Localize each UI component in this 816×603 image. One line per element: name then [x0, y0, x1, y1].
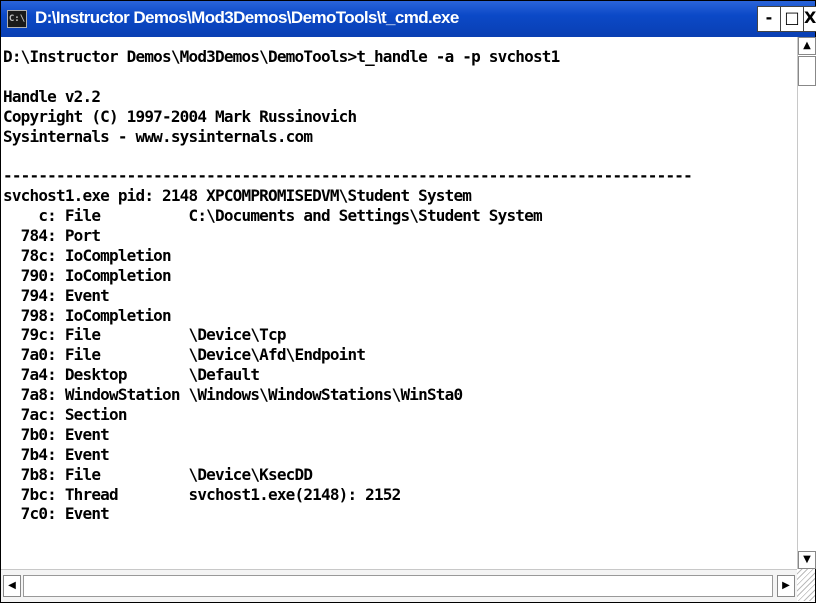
console-text: D:\Instructor Demos\Mod3Demos\DemoTools>… [1, 37, 797, 524]
horizontal-scroll-thumb[interactable] [23, 575, 773, 597]
console-line: 7bc: Thread svchost1.exe(2148): 2152 [3, 484, 402, 504]
console-line: 78c: IoCompletion [3, 245, 172, 265]
console-line: 784: Port [3, 226, 101, 246]
console-output[interactable]: D:\Instructor Demos\Mod3Demos\DemoTools>… [1, 37, 797, 569]
console-line: Handle v2.2 [3, 86, 101, 106]
console-line: 7a8: WindowStation \Windows\WindowStatio… [3, 385, 463, 405]
maximize-button[interactable]: □ [780, 6, 804, 32]
title-bar[interactable]: C:\ D:\Instructor Demos\Mod3Demos\DemoTo… [1, 1, 816, 37]
console-line: svchost1.exe pid: 2148 XPCOMPROMISEDVM\S… [3, 186, 472, 206]
console-line: 794: Event [3, 285, 110, 305]
console-line: 7b4: Event [3, 444, 110, 464]
console-line: Sysinternals - www.sysinternals.com [3, 126, 313, 146]
vertical-scroll-thumb[interactable] [798, 56, 816, 86]
console-icon[interactable]: C:\ [7, 10, 27, 28]
close-button[interactable]: X [803, 6, 816, 32]
console-line: c: File C:\Documents and Settings\Studen… [3, 206, 542, 226]
minimize-button[interactable]: - [757, 6, 781, 32]
console-line: 7a0: File \Device\Afd\Endpoint [3, 345, 366, 365]
window-title: D:\Instructor Demos\Mod3Demos\DemoTools\… [35, 8, 459, 27]
console-line: ----------------------------------------… [3, 166, 693, 186]
console-line: 7c0: Event [3, 504, 110, 524]
scroll-up-arrow[interactable]: ▲ [798, 37, 816, 55]
console-line: D:\Instructor Demos\Mod3Demos\DemoTools>… [3, 47, 560, 66]
scroll-right-arrow[interactable]: ▶ [777, 575, 795, 597]
scroll-down-arrow[interactable]: ▼ [798, 551, 816, 569]
console-line: 7a4: Desktop \Default [3, 365, 260, 385]
console-line: 790: IoCompletion [3, 265, 172, 285]
console-line: 7ac: Section [3, 405, 128, 425]
console-window: C:\ D:\Instructor Demos\Mod3Demos\DemoTo… [0, 0, 816, 603]
resize-grip[interactable] [797, 569, 815, 601]
vertical-scrollbar[interactable]: ▲ ▼ [797, 37, 816, 569]
console-line: 7b0: Event [3, 424, 110, 444]
console-line: 798: IoCompletion [3, 305, 172, 325]
horizontal-scrollbar[interactable]: ◀ ▶ [1, 569, 797, 602]
scroll-left-arrow[interactable]: ◀ [3, 575, 21, 597]
console-line: 7b8: File \Device\KsecDD [3, 464, 313, 484]
console-line: Copyright (C) 1997-2004 Mark Russinovich [3, 106, 357, 126]
console-line: 79c: File \Device\Tcp [3, 325, 287, 345]
